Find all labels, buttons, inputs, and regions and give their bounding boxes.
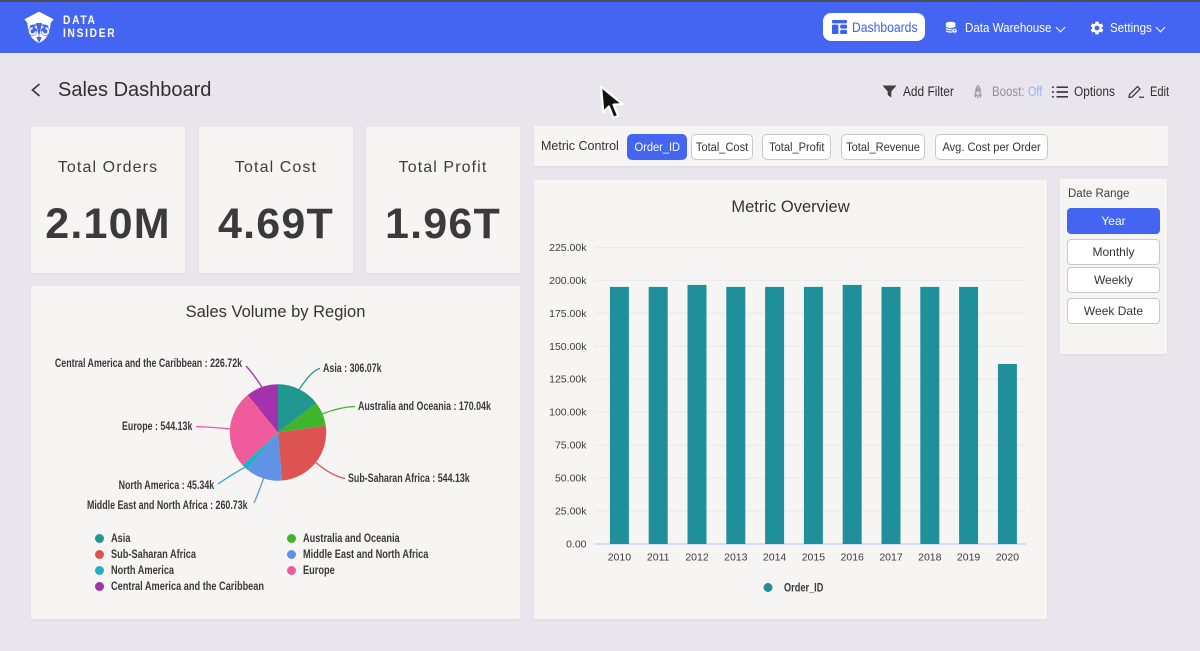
svg-text:50.00k: 50.00k bbox=[555, 473, 587, 485]
svg-text:2015: 2015 bbox=[802, 552, 826, 564]
svg-text:225.00k: 225.00k bbox=[549, 242, 587, 254]
svg-text:150.00k: 150.00k bbox=[549, 341, 587, 353]
svg-text:2019: 2019 bbox=[957, 552, 981, 564]
svg-text:200.00k: 200.00k bbox=[549, 275, 587, 287]
svg-text:2016: 2016 bbox=[841, 552, 865, 564]
svg-text:100.00k: 100.00k bbox=[549, 407, 587, 419]
svg-text:25.00k: 25.00k bbox=[555, 506, 587, 518]
svg-text:75.00k: 75.00k bbox=[555, 440, 587, 452]
svg-text:2020: 2020 bbox=[996, 552, 1020, 564]
svg-text:125.00k: 125.00k bbox=[549, 374, 587, 386]
svg-text:0.00: 0.00 bbox=[566, 539, 587, 551]
svg-text:2017: 2017 bbox=[879, 552, 903, 564]
svg-text:2012: 2012 bbox=[685, 552, 709, 564]
svg-text:2011: 2011 bbox=[647, 552, 670, 564]
svg-text:175.00k: 175.00k bbox=[549, 308, 587, 320]
svg-text:2014: 2014 bbox=[763, 552, 787, 564]
svg-text:2018: 2018 bbox=[918, 552, 942, 564]
svg-text:2013: 2013 bbox=[724, 552, 748, 564]
svg-text:Order_ID: Order_ID bbox=[784, 583, 824, 595]
svg-text:2010: 2010 bbox=[608, 552, 632, 564]
